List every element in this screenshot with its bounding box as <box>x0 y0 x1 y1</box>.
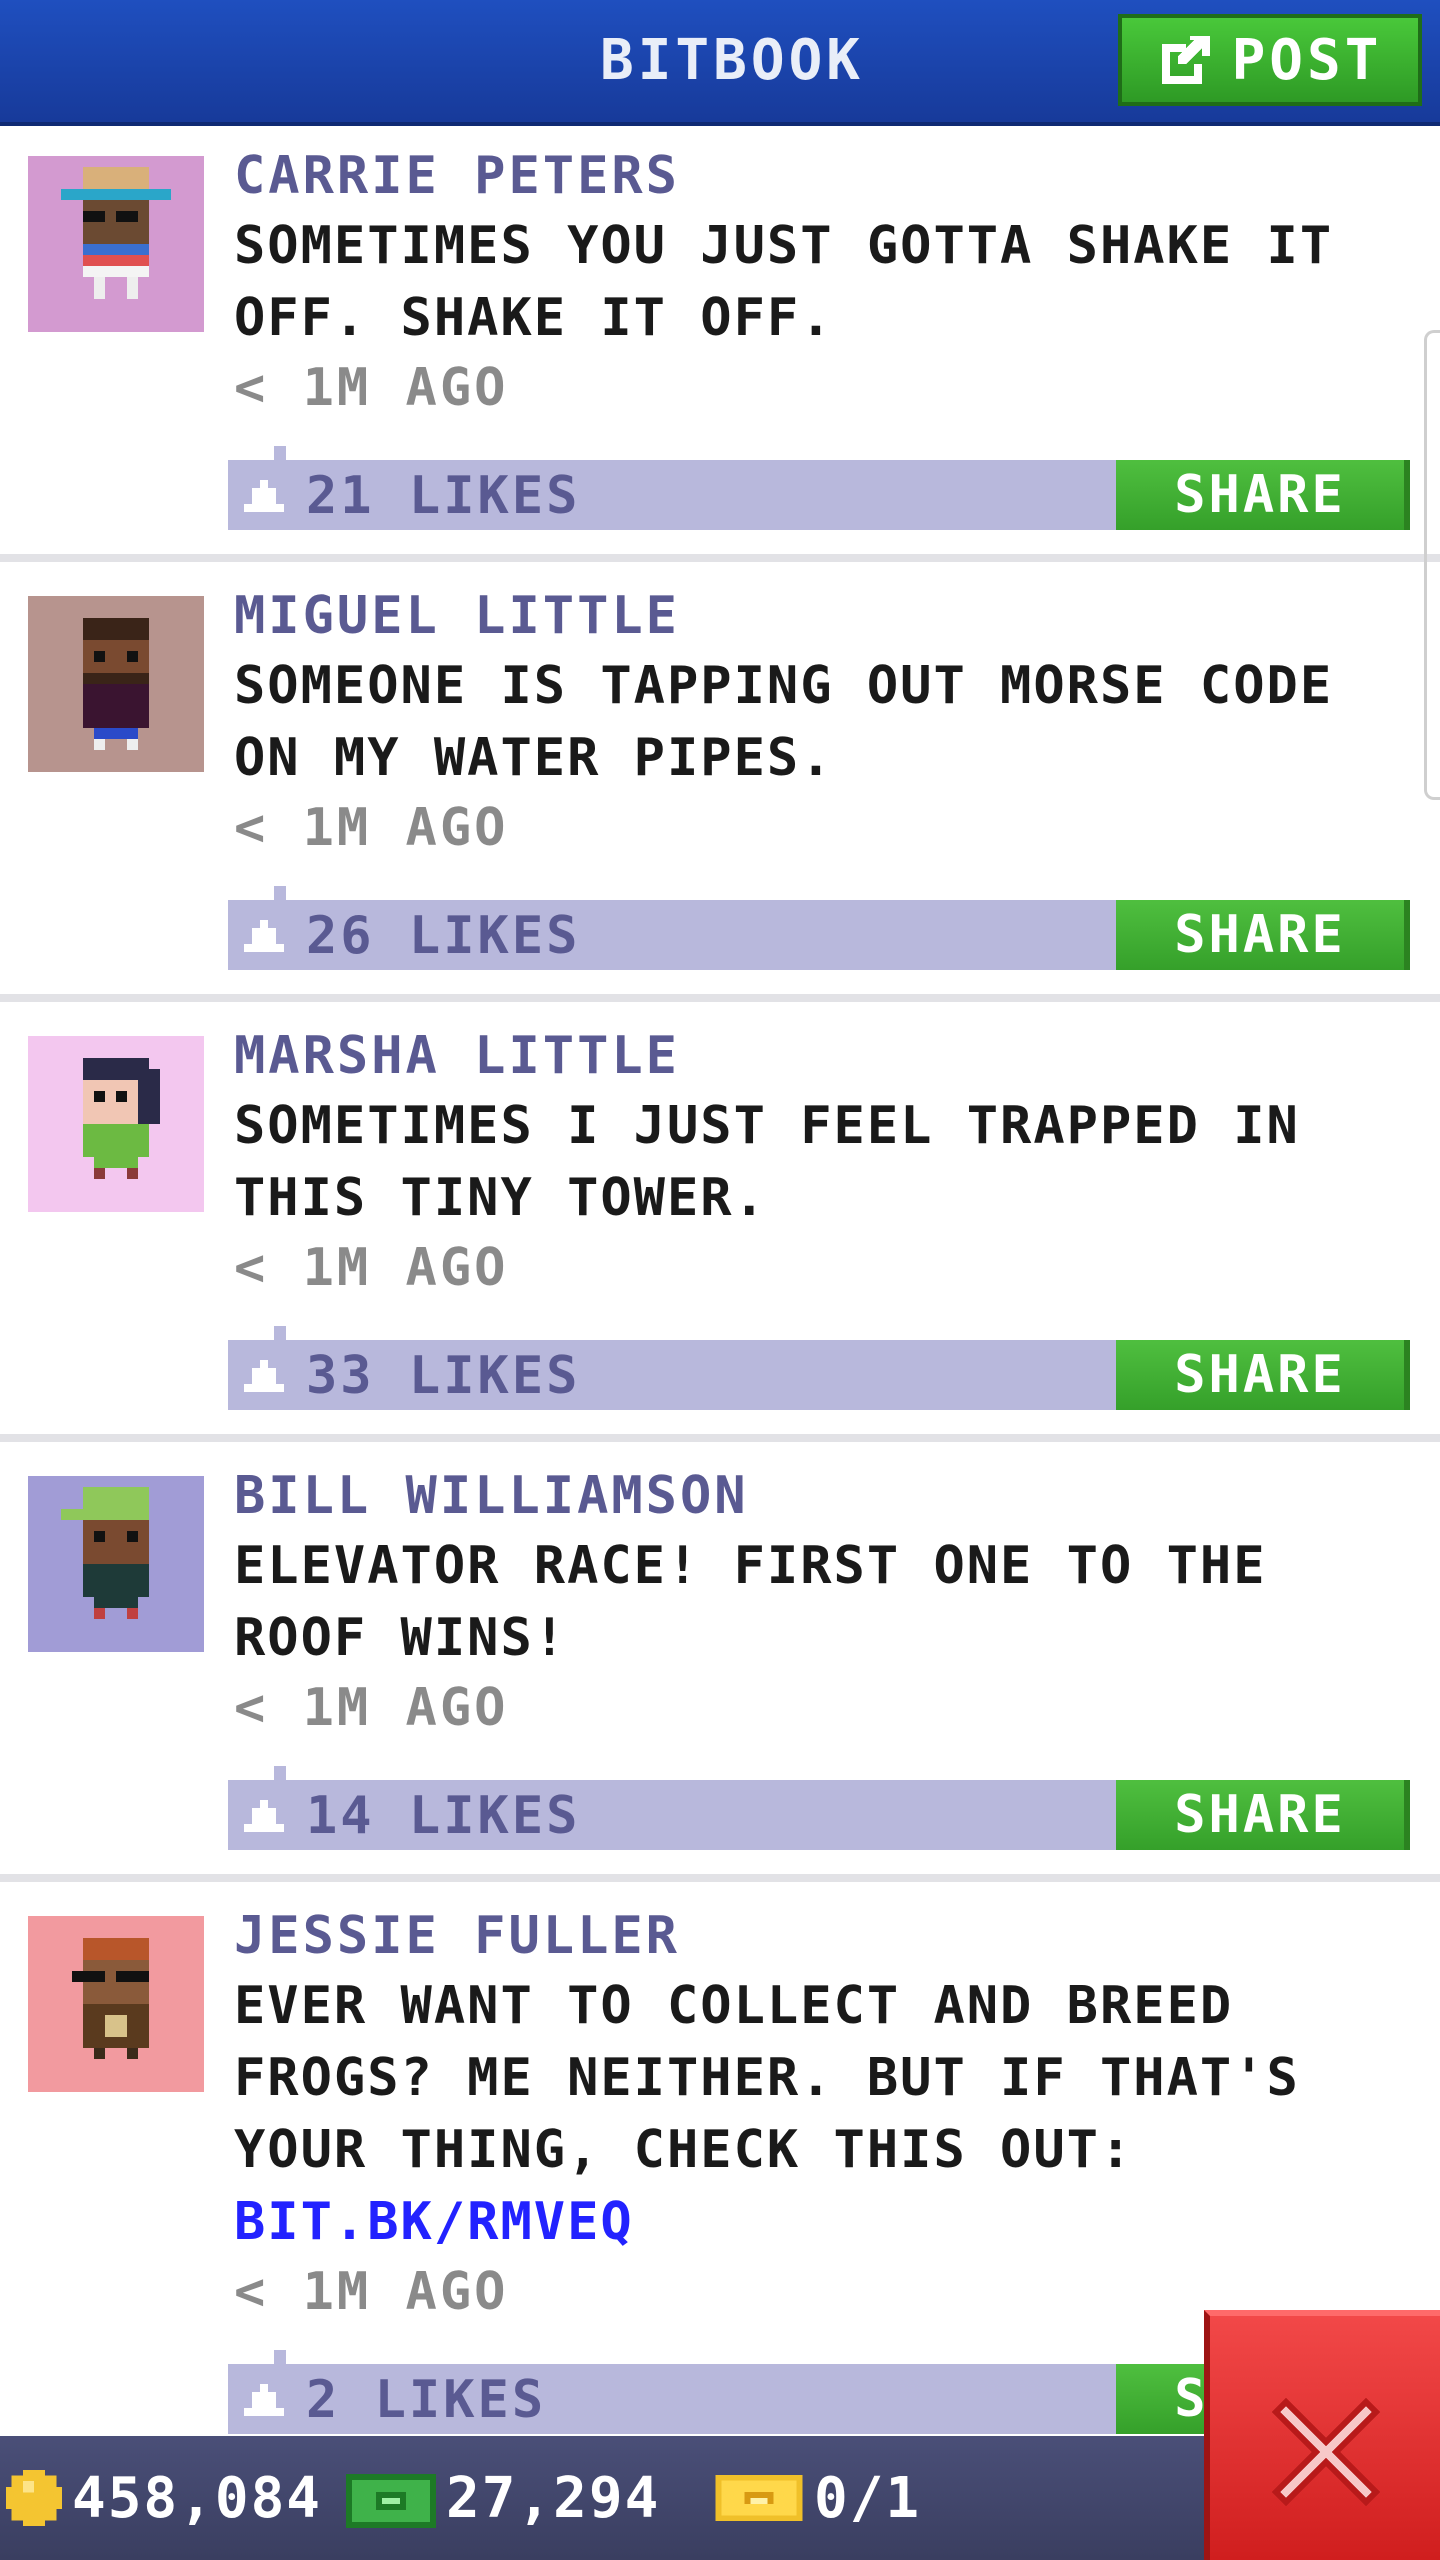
avatar-icon <box>28 156 204 332</box>
scroll-indicator[interactable] <box>1424 330 1440 800</box>
avatar-icon <box>28 596 204 772</box>
post-link[interactable]: BIT.BK/RMVEQ <box>234 2186 1414 2258</box>
post-message-text: EVER WANT TO COLLECT AND BREED FROGS? ME… <box>234 1976 1300 2180</box>
post-author: JESSIE FULLER <box>234 1906 680 1966</box>
edit-icon <box>1161 36 1210 84</box>
bux-stat: 27,294 <box>346 2460 660 2536</box>
post-message: ELEVATOR RACE! FIRST ONE TO THE ROOF WIN… <box>234 1536 1267 1668</box>
post-message: SOMEONE IS TAPPING OUT MORSE CODE ON MY … <box>234 656 1334 788</box>
share-button[interactable]: SHARE <box>1116 900 1410 970</box>
avatar <box>28 156 204 332</box>
page-title: BITBOOK <box>600 28 865 93</box>
avatar-icon <box>28 1916 204 2092</box>
likes-count: 21 LIKES <box>306 466 581 526</box>
likes-count: 2 LIKES <box>306 2370 547 2430</box>
share-button[interactable]: SHARE <box>1116 1340 1410 1410</box>
close-icon <box>1271 2397 1381 2507</box>
coin-icon <box>6 2470 62 2526</box>
post-time: < 1M AGO <box>234 1238 509 1298</box>
thumb-up-icon[interactable] <box>244 2384 284 2416</box>
tickets-stat: 0/1 <box>714 2460 921 2536</box>
like-bar: 26 LIKES SHARE <box>228 886 1410 970</box>
app-header: BITBOOK POST <box>0 0 1440 126</box>
share-button[interactable]: SHARE <box>1116 460 1410 530</box>
avatar <box>28 1036 204 1212</box>
post-author: BILL WILLIAMSON <box>234 1466 749 1526</box>
thumb-up-icon[interactable] <box>244 1360 284 1392</box>
likes-count: 14 LIKES <box>306 1786 581 1846</box>
post-author: MIGUEL LITTLE <box>234 586 680 646</box>
avatar <box>28 596 204 772</box>
like-bar: 33 LIKES SHARE <box>228 1326 1410 1410</box>
post-button-label: POST <box>1231 27 1383 93</box>
likes-count: 26 LIKES <box>306 906 581 966</box>
post-message: SOMETIMES YOU JUST GOTTA SHAKE IT OFF. S… <box>234 216 1334 348</box>
share-button[interactable]: SHARE <box>1116 1780 1410 1850</box>
post-message: SOMETIMES I JUST FEEL TRAPPED IN THIS TI… <box>234 1096 1300 1228</box>
bux-value: 27,294 <box>446 2465 661 2531</box>
like-bar: 21 LIKES SHARE <box>228 446 1410 530</box>
avatar <box>28 1916 204 2092</box>
divider <box>0 1874 1440 1882</box>
close-button[interactable] <box>1204 2310 1440 2560</box>
likes-count: 33 LIKES <box>306 1346 581 1406</box>
avatar <box>28 1476 204 1652</box>
thumb-up-icon[interactable] <box>244 1800 284 1832</box>
divider <box>0 1434 1440 1442</box>
coins-stat: 458,084 <box>6 2460 322 2536</box>
ticket-icon <box>715 2474 803 2522</box>
post-time: < 1M AGO <box>234 1678 509 1738</box>
post-author: CARRIE PETERS <box>234 146 680 206</box>
post-message: EVER WANT TO COLLECT AND BREED FROGS? ME… <box>234 1970 1414 2258</box>
thumb-up-icon[interactable] <box>244 480 284 512</box>
divider <box>0 994 1440 1002</box>
post-button[interactable]: POST <box>1118 14 1422 106</box>
coins-value: 458,084 <box>72 2465 323 2531</box>
post-time: < 1M AGO <box>234 358 509 418</box>
tickets-value: 0/1 <box>814 2465 922 2531</box>
post-time: < 1M AGO <box>234 2262 509 2322</box>
divider <box>0 554 1440 562</box>
post-author: MARSHA LITTLE <box>234 1026 680 1086</box>
avatar-icon <box>28 1036 204 1212</box>
thumb-up-icon[interactable] <box>244 920 284 952</box>
post-time: < 1M AGO <box>234 798 509 858</box>
cash-icon <box>346 2474 436 2528</box>
like-bar: 14 LIKES SHARE <box>228 1766 1410 1850</box>
avatar-icon <box>28 1476 204 1652</box>
